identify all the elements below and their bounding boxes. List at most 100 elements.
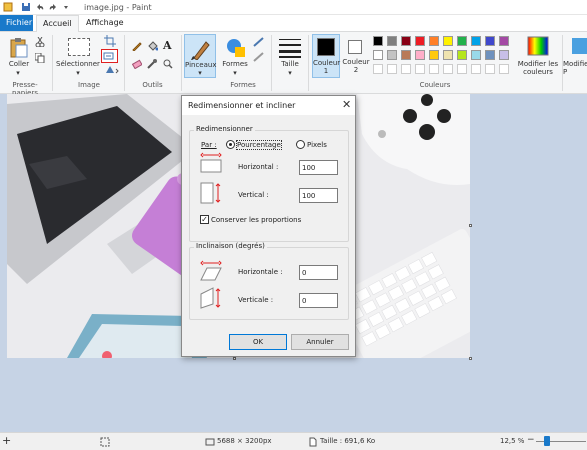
copy-icon[interactable] (35, 53, 45, 63)
tab-home[interactable]: Accueil (36, 15, 79, 32)
palette-empty-swatch[interactable] (415, 64, 425, 74)
palette-color-swatch[interactable] (457, 50, 467, 60)
image-dimensions-icon (205, 438, 215, 446)
eraser-icon[interactable] (132, 59, 142, 69)
resize-button[interactable] (101, 49, 118, 63)
select-dropdown-icon[interactable]: ▾ (73, 69, 83, 77)
group-tools-label: Outils (142, 81, 163, 89)
palette-color-swatch[interactable] (373, 50, 383, 60)
vertical-input[interactable]: 100 (299, 188, 338, 203)
outline-icon[interactable] (253, 37, 265, 47)
zoom-out-icon[interactable]: − (527, 435, 535, 445)
zoom-slider-thumb[interactable] (544, 436, 550, 446)
palette-empty-swatch[interactable] (373, 64, 383, 74)
palette-empty-swatch[interactable] (485, 64, 495, 74)
shapes-button[interactable]: Formes (219, 60, 251, 68)
color1-button[interactable]: Couleur 1 (312, 34, 340, 78)
paste-dropdown-icon[interactable]: ▾ (13, 69, 23, 77)
fill-shape-icon[interactable] (253, 52, 265, 62)
palette-color-swatch[interactable] (401, 50, 411, 60)
palette-color-swatch[interactable] (471, 36, 481, 46)
palette-color-swatch[interactable] (387, 50, 397, 60)
palette-empty-swatch[interactable] (429, 64, 439, 74)
customize-quick-access-icon[interactable] (62, 3, 70, 11)
palette-empty-swatch[interactable] (387, 64, 397, 74)
status-bar: + 5688 × 3200px Taille : 691,6 Ko 12,5 %… (0, 432, 587, 450)
skew-horizontal-input[interactable]: 0 (299, 265, 338, 280)
palette-empty-swatch[interactable] (457, 64, 467, 74)
ok-button[interactable]: OK (229, 334, 287, 350)
palette-color-swatch[interactable] (443, 50, 453, 60)
brush-icon (191, 41, 210, 60)
palette-color-swatch[interactable] (415, 36, 425, 46)
pencil-icon[interactable] (132, 41, 142, 51)
color2-button[interactable]: Couleur 2 (342, 34, 370, 78)
by-label: Par : (201, 141, 217, 149)
tab-view[interactable]: Affichage (80, 15, 130, 31)
undo-icon[interactable] (36, 3, 44, 11)
edit-colors-button[interactable]: Modifier les couleurs (515, 60, 561, 76)
shapes-dropdown-icon[interactable]: ▾ (230, 69, 240, 77)
rotate-icon[interactable] (104, 65, 120, 75)
size-button[interactable]: Taille (276, 60, 304, 68)
palette-empty-swatch[interactable] (471, 64, 481, 74)
skew-group-title: Inclinaison (degrés) (194, 242, 267, 250)
skew-horizontal-icon (200, 260, 222, 281)
palette-color-swatch[interactable] (429, 50, 439, 60)
select-icon[interactable] (68, 38, 90, 56)
text-icon[interactable]: A (163, 39, 172, 52)
percent-radio[interactable] (226, 140, 235, 149)
keep-ratio-label[interactable]: Conserver les proportions (211, 216, 301, 224)
palette-empty-swatch[interactable] (443, 64, 453, 74)
color-picker-icon[interactable] (147, 59, 157, 69)
edit-colors-icon[interactable] (527, 36, 549, 56)
redo-icon[interactable] (49, 3, 57, 11)
paint3d-icon[interactable] (570, 36, 587, 56)
palette-color-swatch[interactable] (499, 36, 509, 46)
save-icon[interactable] (22, 3, 30, 11)
cancel-button[interactable]: Annuler (291, 334, 349, 350)
palette-color-swatch[interactable] (485, 36, 495, 46)
palette-color-swatch[interactable] (373, 36, 383, 46)
palette-empty-swatch[interactable] (499, 64, 509, 74)
palette-color-swatch[interactable] (415, 50, 425, 60)
palette-color-swatch[interactable] (401, 36, 411, 46)
size-icon[interactable] (279, 38, 301, 58)
paste-icon[interactable] (9, 37, 29, 59)
palette-color-swatch[interactable] (457, 36, 467, 46)
palette-color-swatch[interactable] (485, 50, 495, 60)
close-icon[interactable]: ✕ (342, 98, 351, 111)
resize-group-title: Redimensionner (194, 125, 255, 133)
file-size: Taille : 691,6 Ko (320, 437, 376, 445)
vertical-resize-icon (200, 182, 221, 204)
horizontal-input[interactable]: 100 (299, 160, 338, 175)
resize-handle-right[interactable] (469, 224, 472, 227)
file-size-icon (309, 437, 317, 447)
crop-icon[interactable] (104, 35, 116, 47)
resize-handle-bottom[interactable] (233, 357, 236, 360)
size-dropdown-icon[interactable]: ▾ (285, 69, 295, 77)
select-button[interactable]: Sélectionner (56, 60, 100, 68)
resize-handle-corner[interactable] (469, 357, 472, 360)
skew-vertical-icon (200, 287, 221, 309)
pixels-radio[interactable] (296, 140, 305, 149)
palette-empty-swatch[interactable] (401, 64, 411, 74)
tab-file[interactable]: Fichier (0, 15, 33, 31)
palette-color-swatch[interactable] (387, 36, 397, 46)
brushes-button[interactable]: Pinceaux ▾ (184, 34, 216, 78)
cut-icon[interactable] (35, 37, 45, 47)
shapes-icon[interactable] (225, 37, 247, 59)
paste-button[interactable]: Coller (5, 60, 33, 68)
pixels-label[interactable]: Pixels (307, 141, 327, 149)
palette-color-swatch[interactable] (471, 50, 481, 60)
palette-color-swatch[interactable] (499, 50, 509, 60)
dialog-title-bar: Redimensionner et incliner ✕ (182, 96, 355, 115)
percent-label[interactable]: Pourcentage (236, 140, 282, 150)
keep-ratio-checkbox[interactable]: ✓ (200, 215, 209, 224)
edit-paint3d-button[interactable]: Modifier P (563, 60, 587, 76)
palette-color-swatch[interactable] (429, 36, 439, 46)
skew-vertical-input[interactable]: 0 (299, 293, 338, 308)
fill-icon[interactable] (147, 41, 158, 51)
magnifier-icon[interactable] (163, 59, 173, 69)
palette-color-swatch[interactable] (443, 36, 453, 46)
